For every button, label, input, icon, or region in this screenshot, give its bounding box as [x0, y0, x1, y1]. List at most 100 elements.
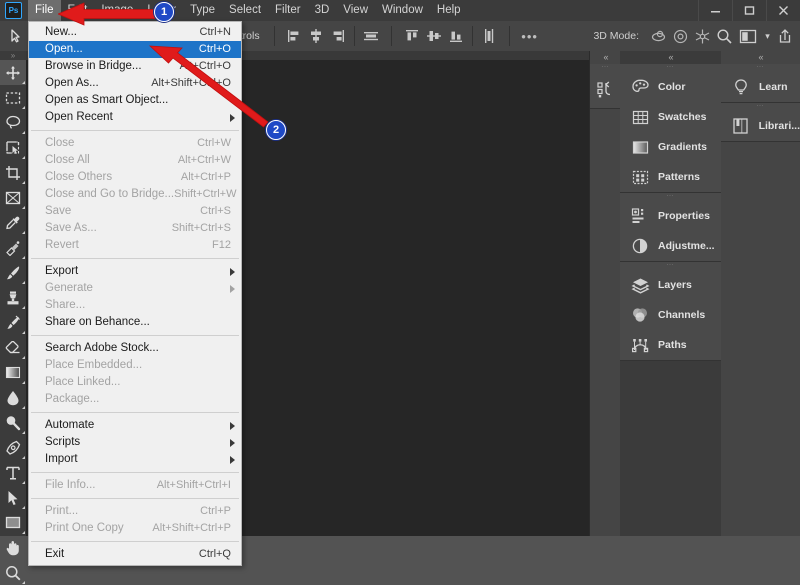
maximize-button[interactable]	[732, 0, 766, 21]
menu-item-close[interactable]: Close Ctrl+W	[29, 135, 241, 152]
file-menu-dropdown[interactable]: New... Ctrl+N Open... Ctrl+O Browse in B…	[28, 21, 242, 566]
menu-edit[interactable]: Edit	[61, 0, 95, 21]
menu-item-share-on-behance[interactable]: Share on Behance...	[29, 314, 241, 331]
align-bottom-edges-icon[interactable]	[445, 25, 467, 47]
menu-item-close-all[interactable]: Close All Alt+Ctrl+W	[29, 152, 241, 169]
align-left-edges-icon[interactable]	[283, 25, 305, 47]
dock-grip-icon[interactable]: ⋯	[590, 64, 621, 72]
roll-3d-icon[interactable]	[669, 25, 691, 47]
menu-item-package[interactable]: Package...	[29, 391, 241, 408]
menu-item-open-recent[interactable]: Open Recent	[29, 109, 241, 126]
menu-item-automate[interactable]: Automate	[29, 417, 241, 434]
menu-file[interactable]: File	[28, 0, 61, 21]
menu-window[interactable]: Window	[375, 0, 430, 21]
menu-item-generate[interactable]: Generate	[29, 280, 241, 297]
panel-libraries[interactable]: Librari...	[721, 111, 800, 141]
dock-grip-icon[interactable]: ⋯	[721, 64, 800, 72]
chevron-down-icon[interactable]: ▾	[761, 25, 774, 47]
menu-item-share[interactable]: Share...	[29, 297, 241, 314]
tool-lasso[interactable]	[0, 110, 26, 135]
menu-type[interactable]: Type	[183, 0, 222, 21]
menu-item-close-others[interactable]: Close Others Alt+Ctrl+P	[29, 169, 241, 186]
menu-item-browse-in-bridge[interactable]: Browse in Bridge... Alt+Ctrl+O	[29, 58, 241, 75]
align-vertical-centers-icon[interactable]	[423, 25, 445, 47]
tool-path-selection[interactable]	[0, 485, 26, 510]
share-icon[interactable]	[774, 25, 796, 47]
tool-crop[interactable]	[0, 160, 26, 185]
tool-move[interactable]	[0, 60, 26, 85]
menu-filter[interactable]: Filter	[268, 0, 308, 21]
menu-item-new[interactable]: New... Ctrl+N	[29, 24, 241, 41]
tool-brush[interactable]	[0, 260, 26, 285]
menu-item-place-linked[interactable]: Place Linked...	[29, 374, 241, 391]
menu-item-close-and-go-to-bridge[interactable]: Close and Go to Bridge... Shift+Ctrl+W	[29, 186, 241, 203]
pan-3d-icon[interactable]	[691, 25, 713, 47]
tool-rectangular-marquee[interactable]	[0, 85, 26, 110]
panel-adjustments[interactable]: Adjustme...	[620, 231, 721, 261]
dock-grip-icon[interactable]: ⋯	[620, 262, 721, 270]
menu-item-open-as[interactable]: Open As... Alt+Shift+Ctrl+O	[29, 75, 241, 92]
panel-paths[interactable]: Paths	[620, 330, 721, 360]
orbit-3d-icon[interactable]	[647, 25, 669, 47]
menu-item-file-info[interactable]: File Info... Alt+Shift+Ctrl+I	[29, 477, 241, 494]
menu-image[interactable]: Image	[94, 0, 140, 21]
menu-item-exit[interactable]: Exit Ctrl+Q	[29, 546, 241, 563]
menu-item-import[interactable]: Import	[29, 451, 241, 468]
distribute-horizontal-icon[interactable]	[360, 25, 382, 47]
menu-item-revert[interactable]: Revert F12	[29, 237, 241, 254]
close-button[interactable]	[766, 0, 800, 21]
menu-item-place-embedded[interactable]: Place Embedded...	[29, 357, 241, 374]
tool-frame[interactable]	[0, 185, 26, 210]
menu-3d[interactable]: 3D	[308, 0, 337, 21]
dock-grip-icon[interactable]: ⋯	[620, 64, 721, 72]
minimize-button[interactable]	[698, 0, 732, 21]
dock-right-collapse-icon[interactable]: «	[721, 51, 800, 64]
tool-spot-healing-brush[interactable]	[0, 235, 26, 260]
distribute-vertical-icon[interactable]	[478, 25, 500, 47]
menu-item-print-one-copy[interactable]: Print One Copy Alt+Shift+Ctrl+P	[29, 520, 241, 537]
align-horizontal-centers-icon[interactable]	[305, 25, 327, 47]
tool-history-brush[interactable]	[0, 310, 26, 335]
menu-item-save[interactable]: Save Ctrl+S	[29, 203, 241, 220]
menu-view[interactable]: View	[336, 0, 375, 21]
menu-help[interactable]: Help	[430, 0, 468, 21]
dock-grip-icon[interactable]: ⋯	[721, 103, 800, 111]
tool-horizontal-type[interactable]	[0, 460, 26, 485]
menu-item-print[interactable]: Print... Ctrl+P	[29, 503, 241, 520]
panel-channels[interactable]: Channels	[620, 300, 721, 330]
menu-item-open-as-smart-object[interactable]: Open as Smart Object...	[29, 92, 241, 109]
menu-item-open[interactable]: Open... Ctrl+O	[29, 41, 241, 58]
tool-eyedropper[interactable]	[0, 210, 26, 235]
workspace-icon[interactable]	[735, 25, 761, 47]
dock-main-collapse-icon[interactable]: «	[620, 51, 721, 64]
more-options-icon[interactable]: •••	[519, 25, 541, 47]
dock-grip-icon[interactable]: ⋯	[620, 193, 721, 201]
tool-pen[interactable]	[0, 435, 26, 460]
move-tool-preset-icon[interactable]	[3, 22, 31, 50]
tool-blur[interactable]	[0, 385, 26, 410]
tool-eraser[interactable]	[0, 335, 26, 360]
panel-learn[interactable]: Learn	[721, 72, 800, 102]
menu-item-save-as[interactable]: Save As... Shift+Ctrl+S	[29, 220, 241, 237]
menu-item-scripts[interactable]: Scripts	[29, 434, 241, 451]
menu-item-search-adobe-stock[interactable]: Search Adobe Stock...	[29, 340, 241, 357]
dock-narrow-collapse-icon[interactable]: «	[590, 51, 621, 64]
tool-rectangle[interactable]	[0, 510, 26, 535]
menu-select[interactable]: Select	[222, 0, 268, 21]
tool-object-selection[interactable]	[0, 135, 26, 160]
tool-dodge[interactable]	[0, 410, 26, 435]
panel-layers[interactable]: Layers	[620, 270, 721, 300]
tool-clone-stamp[interactable]	[0, 285, 26, 310]
tools-panel-expand-icon[interactable]: »	[0, 51, 26, 60]
menu-item-export[interactable]: Export	[29, 263, 241, 280]
tool-gradient[interactable]	[0, 360, 26, 385]
panel-gradients[interactable]: Gradients	[620, 132, 721, 162]
align-right-edges-icon[interactable]	[327, 25, 349, 47]
zoom-3d-icon[interactable]	[713, 25, 735, 47]
panel-color[interactable]: Color	[620, 72, 721, 102]
panel-properties[interactable]: Properties	[620, 201, 721, 231]
align-top-edges-icon[interactable]	[401, 25, 423, 47]
tool-zoom[interactable]	[0, 560, 26, 585]
history-actions-icon[interactable]	[590, 72, 621, 108]
panel-swatches[interactable]: Swatches	[620, 102, 721, 132]
